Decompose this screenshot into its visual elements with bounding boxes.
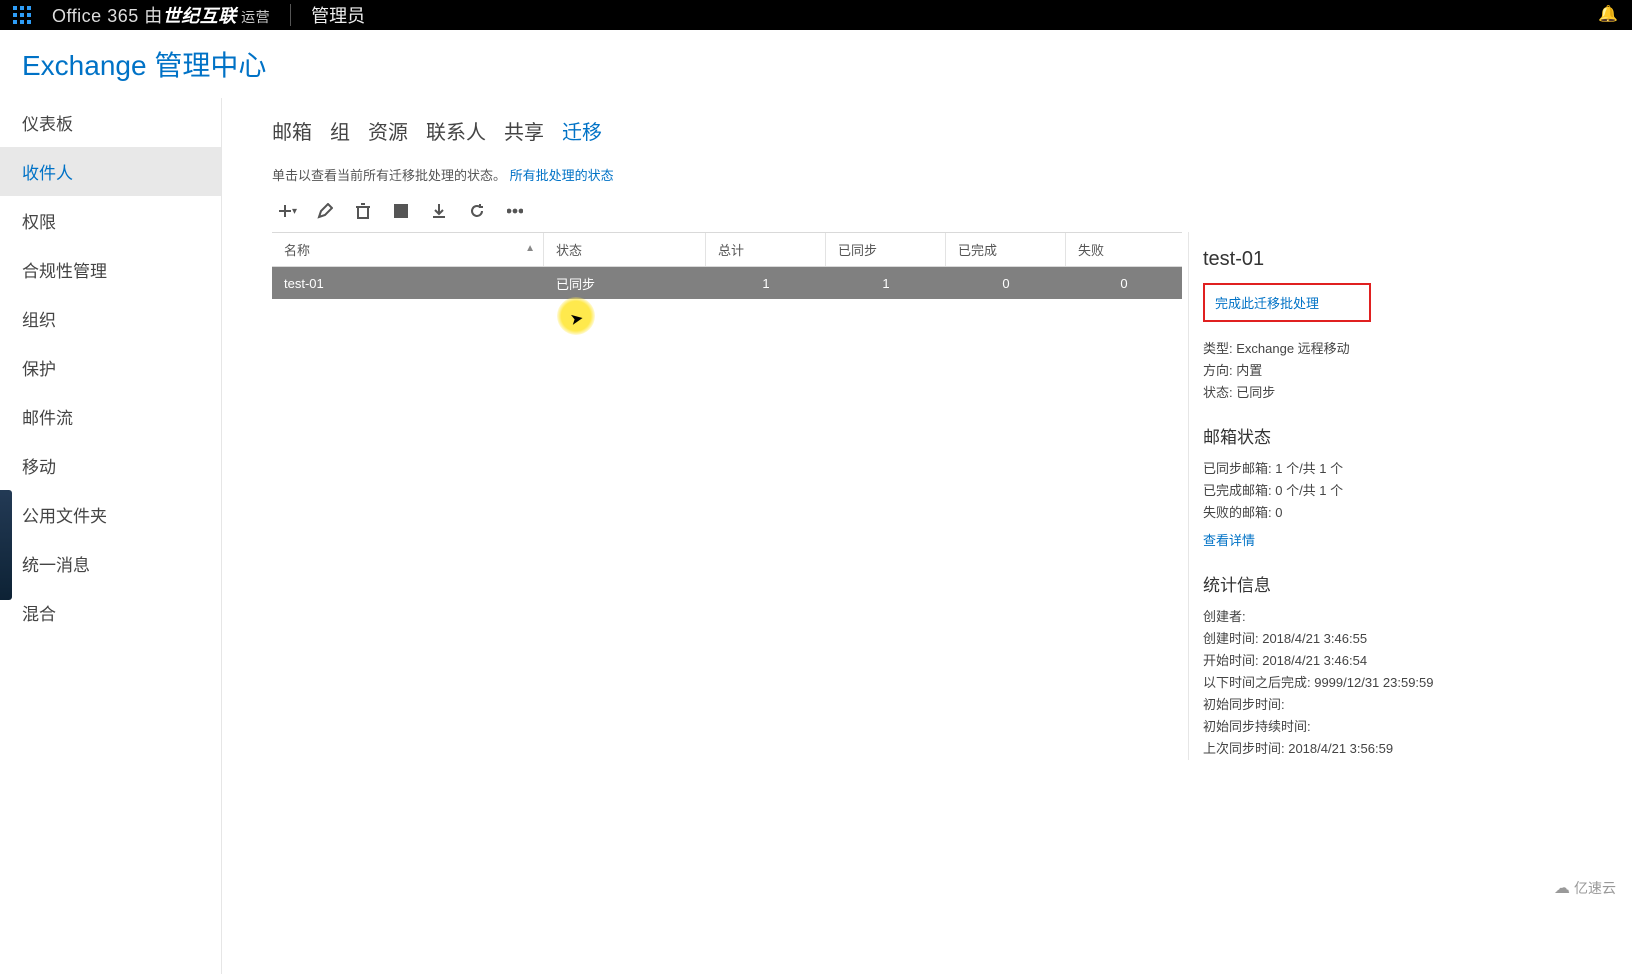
table-row[interactable]: test-01 已同步 1 1 0 0 — [272, 267, 1182, 299]
tab-0[interactable]: 邮箱 — [272, 116, 312, 145]
sidebar-item-5[interactable]: 保护 — [0, 343, 221, 392]
complete-migration-link[interactable]: 完成此迁移批处理 — [1215, 296, 1319, 311]
edit-button[interactable] — [314, 200, 336, 222]
cell-status: 已同步 — [544, 274, 706, 293]
detail-direction: 方向: 内置 — [1203, 360, 1468, 379]
sidebar-item-4[interactable]: 组织 — [0, 294, 221, 343]
page-title: Exchange 管理中心 — [0, 30, 1632, 98]
complete-migration-box: 完成此迁移批处理 — [1203, 283, 1371, 322]
notification-bell-icon[interactable]: 🔔 — [1598, 4, 1618, 24]
cursor-highlight — [557, 297, 595, 335]
stat-last-sync: 上次同步时间: 2018/4/21 3:56:59 — [1203, 738, 1468, 757]
topbar-divider — [290, 4, 291, 26]
tab-3[interactable]: 联系人 — [426, 116, 486, 145]
migration-table: 名称 ▲ 状态 总计 已同步 已完成 失败 test-01 已同步 1 1 — [272, 232, 1182, 760]
cell-total: 1 — [706, 276, 826, 291]
detail-type: 类型: Exchange 远程移动 — [1203, 338, 1468, 357]
watermark-text: 亿速云 — [1574, 878, 1616, 898]
toolbar: ▾ — [272, 200, 1632, 222]
hint-prefix: 单击以查看当前所有迁移批处理的状态。 — [272, 168, 506, 183]
col-name[interactable]: 名称 ▲ — [272, 233, 544, 266]
top-bar: Office 365 由世纪互联 运营 管理员 🔔 — [0, 0, 1632, 30]
brand-prefix: Office 365 由 — [52, 6, 163, 26]
cell-synced: 1 — [826, 276, 946, 291]
tab-4[interactable]: 共享 — [504, 116, 544, 145]
admin-label[interactable]: 管理员 — [311, 2, 365, 28]
view-details-link[interactable]: 查看详情 — [1203, 530, 1255, 549]
watermark: ☁ 亿速云 — [1554, 878, 1616, 898]
sidebar-item-3[interactable]: 合规性管理 — [0, 245, 221, 294]
col-synced[interactable]: 已同步 — [826, 233, 946, 266]
tab-5[interactable]: 迁移 — [562, 116, 602, 145]
cell-failed: 0 — [1066, 276, 1182, 291]
sidebar-item-6[interactable]: 邮件流 — [0, 392, 221, 441]
sidebar-item-0[interactable]: 仪表板 — [0, 98, 221, 147]
stat-started: 开始时间: 2018/4/21 3:46:54 — [1203, 650, 1468, 669]
download-button[interactable] — [428, 200, 450, 222]
cell-name: test-01 — [272, 276, 544, 291]
table-header: 名称 ▲ 状态 总计 已同步 已完成 失败 — [272, 233, 1182, 267]
sidebar-item-2[interactable]: 权限 — [0, 196, 221, 245]
col-done[interactable]: 已完成 — [946, 233, 1066, 266]
brand-suffix: 运营 — [237, 9, 270, 25]
tab-strip: 邮箱组资源联系人共享迁移 — [272, 108, 1632, 165]
brand-bold: 世纪互联 — [163, 6, 237, 26]
col-failed[interactable]: 失败 — [1066, 240, 1182, 259]
col-status[interactable]: 状态 — [544, 233, 706, 266]
app-launcher-icon[interactable] — [8, 1, 36, 29]
main-content: 邮箱组资源联系人共享迁移 单击以查看当前所有迁移批处理的状态。 所有批处理的状态… — [222, 98, 1632, 974]
all-batch-status-link[interactable]: 所有批处理的状态 — [510, 168, 614, 183]
sort-asc-icon: ▲ — [525, 243, 535, 254]
detail-title: test-01 — [1203, 248, 1468, 271]
stop-button[interactable] — [390, 200, 412, 222]
col-name-label: 名称 — [284, 240, 310, 259]
sidebar: 仪表板收件人权限合规性管理组织保护邮件流移动公用文件夹统一消息混合 — [0, 98, 222, 974]
add-button[interactable]: ▾ — [276, 200, 298, 222]
mb-synced: 已同步邮箱: 1 个/共 1 个 — [1203, 458, 1468, 477]
mailbox-status-heading: 邮箱状态 — [1203, 423, 1468, 448]
stat-finish-after: 以下时间之后完成: 9999/12/31 23:59:59 — [1203, 672, 1468, 691]
stat-init-sync-dur: 初始同步持续时间: — [1203, 716, 1468, 735]
sidebar-item-8[interactable]: 公用文件夹 — [0, 490, 221, 539]
hint-text: 单击以查看当前所有迁移批处理的状态。 所有批处理的状态 — [272, 165, 1632, 184]
delete-button[interactable] — [352, 200, 374, 222]
watermark-icon: ☁ — [1554, 878, 1570, 898]
refresh-button[interactable] — [466, 200, 488, 222]
detail-panel: test-01 完成此迁移批处理 类型: Exchange 远程移动 方向: 内… — [1188, 232, 1468, 760]
sidebar-item-10[interactable]: 混合 — [0, 588, 221, 637]
stat-init-sync: 初始同步时间: — [1203, 694, 1468, 713]
stats-heading: 统计信息 — [1203, 571, 1468, 596]
sidebar-item-1[interactable]: 收件人 — [0, 147, 221, 196]
mb-failed: 失败的邮箱: 0 — [1203, 502, 1468, 521]
cursor-arrow-icon: ➤ — [568, 308, 585, 330]
tab-1[interactable]: 组 — [330, 116, 350, 145]
sidebar-item-9[interactable]: 统一消息 — [0, 539, 221, 588]
col-total[interactable]: 总计 — [706, 233, 826, 266]
left-edge-tab[interactable] — [0, 490, 12, 600]
mb-done: 已完成邮箱: 0 个/共 1 个 — [1203, 480, 1468, 499]
brand-text: Office 365 由世纪互联 运营 — [52, 2, 270, 28]
tab-2[interactable]: 资源 — [368, 116, 408, 145]
detail-status: 状态: 已同步 — [1203, 382, 1468, 401]
sidebar-item-7[interactable]: 移动 — [0, 441, 221, 490]
stat-created: 创建时间: 2018/4/21 3:46:55 — [1203, 628, 1468, 647]
cell-done: 0 — [946, 276, 1066, 291]
more-button[interactable] — [504, 200, 526, 222]
stat-creator: 创建者: — [1203, 606, 1468, 625]
